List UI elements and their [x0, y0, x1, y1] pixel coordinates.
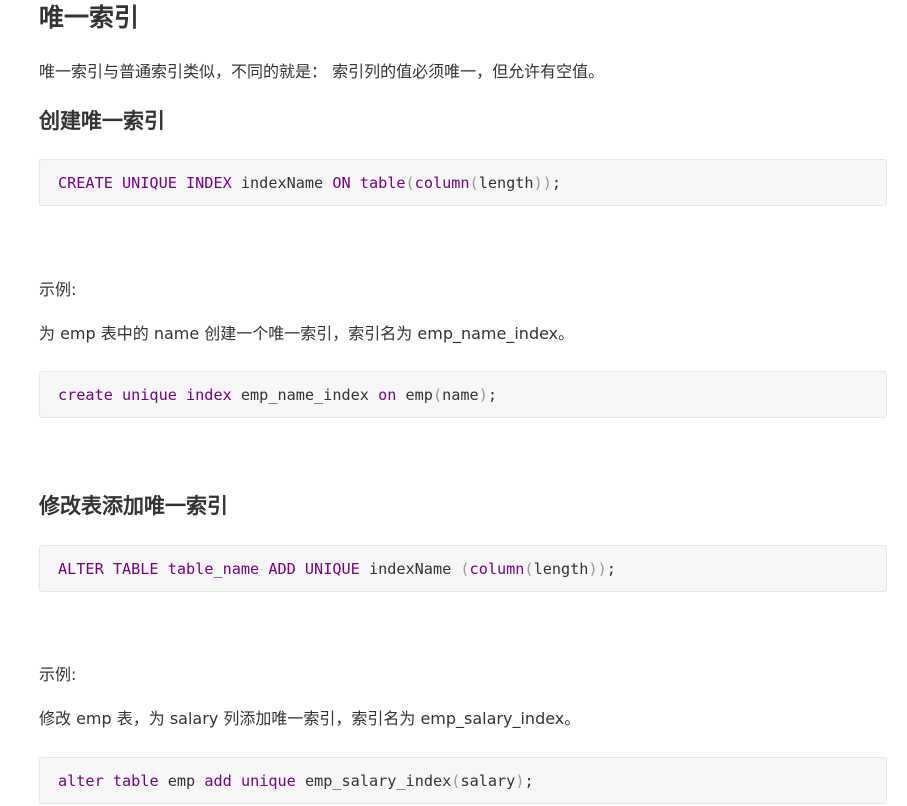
code-identifier: indexName	[240, 174, 324, 192]
code-identifier: length	[478, 174, 534, 192]
code-paren: (	[524, 560, 534, 578]
code-block-create-syntax[interactable]: CREATE UNIQUE INDEX indexName ON table(c…	[39, 159, 887, 206]
code-identifier: indexName	[368, 560, 452, 578]
code-keyword: add	[204, 772, 232, 790]
code-identifier: emp	[167, 772, 196, 790]
intro-paragraph: 唯一索引与普通索引类似，不同的就是： 索引列的值必须唯一，但允许有空值。	[39, 62, 605, 81]
code-identifier: emp_salary_index	[304, 772, 452, 790]
code-keyword: CREATE UNIQUE INDEX	[58, 174, 232, 192]
section-heading-alter: 修改表添加唯一索引	[39, 494, 228, 518]
code-semicolon: ;	[551, 174, 562, 192]
code-keyword: unique	[240, 772, 296, 790]
code-paren: (	[469, 174, 479, 192]
code-block-alter-syntax[interactable]: ALTER TABLE table_name ADD UNIQUE indexN…	[39, 545, 887, 592]
code-keyword: ON	[332, 174, 351, 192]
code-identifier: emp_name_index	[240, 386, 369, 404]
code-function: column	[414, 174, 470, 192]
code-paren: )	[597, 560, 607, 578]
example-description: 为 emp 表中的 name 创建一个唯一索引，索引名为 emp_name_in…	[39, 324, 575, 343]
code-create-syntax: CREATE UNIQUE INDEX indexName ON table(c…	[58, 172, 561, 194]
code-function: column	[469, 560, 525, 578]
code-identifier: emp	[405, 386, 433, 404]
code-alter-syntax: ALTER TABLE table_name ADD UNIQUE indexN…	[58, 558, 616, 580]
code-identifier: table_name	[167, 560, 260, 578]
code-paren: (	[432, 386, 443, 404]
example-description: 修改 emp 表，为 salary 列添加唯一索引，索引名为 emp_salar…	[39, 709, 581, 728]
code-keyword: alter	[58, 772, 104, 790]
code-semicolon: ;	[524, 772, 534, 790]
code-paren: )	[588, 560, 598, 578]
code-keyword: create unique index	[58, 386, 232, 404]
code-keyword: ADD UNIQUE	[268, 560, 360, 578]
code-block-create-example[interactable]: create unique index emp_name_index on em…	[39, 371, 887, 418]
code-semicolon: ;	[487, 386, 497, 404]
code-paren: (	[405, 174, 415, 192]
code-identifier: name	[442, 386, 479, 404]
code-keyword: table	[112, 772, 159, 790]
code-alter-example: alter table emp add unique emp_salary_in…	[58, 770, 534, 792]
code-paren: )	[542, 174, 552, 192]
code-identifier: length	[533, 560, 589, 578]
code-keyword: on	[378, 386, 397, 404]
example-label: 示例:	[39, 280, 77, 299]
page-title: 唯一索引	[39, 3, 140, 32]
code-function: table	[359, 174, 406, 192]
code-semicolon: ;	[606, 560, 616, 578]
section-heading-create: 创建唯一索引	[39, 109, 165, 133]
code-block-alter-example[interactable]: alter table emp add unique emp_salary_in…	[39, 757, 887, 804]
code-create-example: create unique index emp_name_index on em…	[58, 384, 497, 406]
code-identifier: salary	[460, 772, 516, 790]
example-label: 示例:	[39, 665, 77, 684]
code-paren: )	[533, 174, 543, 192]
code-keyword: ALTER TABLE	[58, 560, 159, 578]
code-paren: )	[478, 386, 488, 404]
code-paren: (	[460, 560, 470, 578]
